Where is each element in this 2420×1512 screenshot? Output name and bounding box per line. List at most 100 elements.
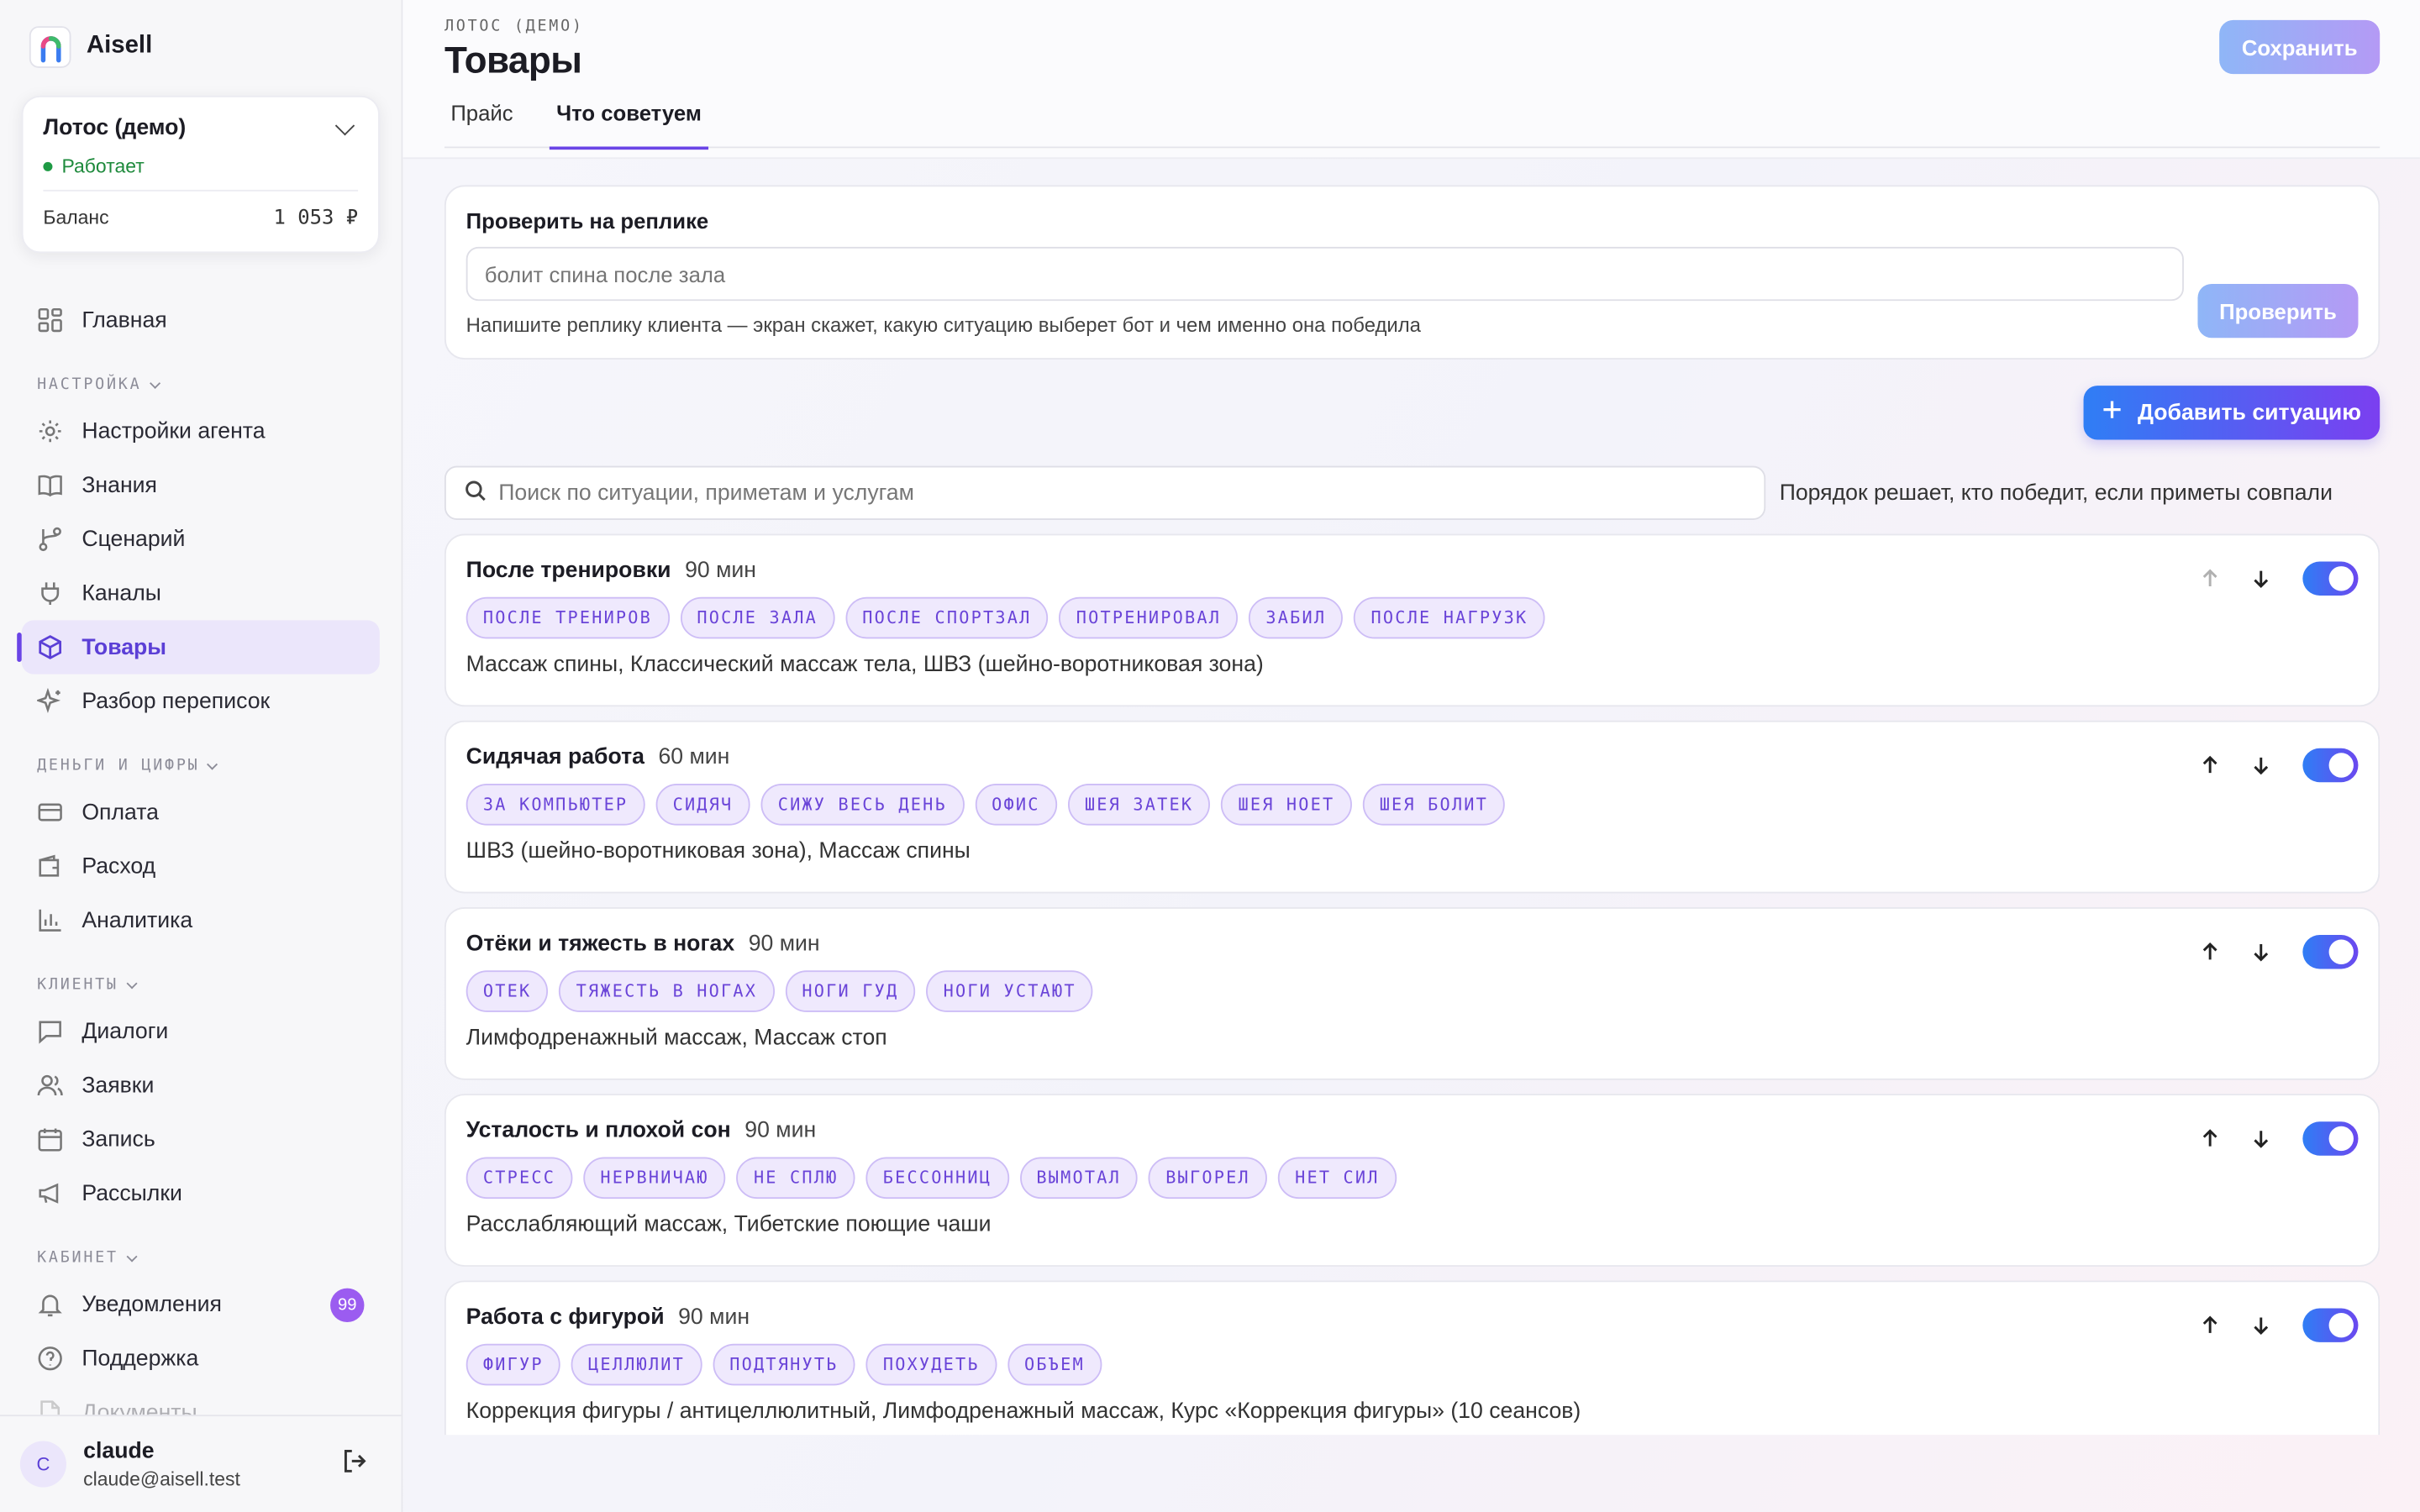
nav-item-payment[interactable]: Оплата: [22, 785, 380, 839]
situation-duration: 60 мин: [658, 745, 730, 770]
situation-card[interactable]: Работа с фигурой 90 мин ФИГУР ЦЕЛЛЮЛИТ ПО…: [444, 1280, 2381, 1436]
bell-icon: [37, 1291, 63, 1317]
enable-toggle[interactable]: [2302, 561, 2359, 596]
org-switcher[interactable]: Лотос (демо) Работает Баланс 1 053 ₽: [21, 95, 380, 254]
keyword-tag[interactable]: ОФИС: [974, 784, 1057, 826]
nav-item-support[interactable]: Поддержка: [22, 1331, 380, 1385]
section-settings[interactable]: НАСТРОЙКА: [22, 347, 380, 404]
keyword-tag[interactable]: НОГИ УСТАЮТ: [926, 970, 1093, 1012]
nav-label: Каналы: [82, 580, 161, 606]
keyword-tag[interactable]: ПОСЛЕ ТРЕНИРОВ: [466, 596, 670, 639]
keyword-tag[interactable]: ФИГУР: [466, 1343, 560, 1386]
arrow-up-icon[interactable]: [2195, 564, 2224, 593]
keyword-tag[interactable]: ПОТРЕНИРОВАЛ: [1059, 596, 1239, 639]
add-situation-button[interactable]: Добавить ситуацию: [2083, 386, 2381, 440]
situation-card[interactable]: После тренировки 90 мин ПОСЛЕ ТРЕНИРОВ ПО…: [444, 533, 2381, 707]
section-clients[interactable]: КЛИЕНТЫ: [22, 948, 380, 1005]
keyword-tag[interactable]: НОГИ ГУД: [785, 970, 916, 1012]
keyword-tag[interactable]: ПОСЛЕ ЗАЛА: [680, 596, 835, 639]
situation-services: Расслабляющий массаж, Тибетские поющие ч…: [466, 1212, 992, 1238]
keyword-tag[interactable]: ЦЕЛЛЮЛИТ: [571, 1343, 702, 1386]
keyword-tag[interactable]: ШЕЯ БОЛИТ: [1362, 784, 1506, 826]
nav-item-mailings[interactable]: Рассылки: [22, 1167, 380, 1221]
keyword-tag[interactable]: ШЕЯ ЗАТЕК: [1067, 784, 1211, 826]
nav-item-scenario[interactable]: Сценарий: [22, 512, 380, 566]
arrow-down-icon[interactable]: [2245, 564, 2275, 593]
nav-item-requests[interactable]: Заявки: [22, 1058, 380, 1112]
balance-value: 1 053 ₽: [273, 207, 359, 230]
keyword-tag[interactable]: ЗАБИЛ: [1249, 596, 1344, 639]
nav-item-dialogs[interactable]: Диалоги: [22, 1005, 380, 1058]
arrow-up-icon[interactable]: [2195, 1310, 2224, 1340]
nav-item-chat-review[interactable]: Разбор переписок: [22, 675, 380, 728]
section-cabinet[interactable]: КАБИНЕТ: [22, 1221, 380, 1278]
nav-label: Диалоги: [82, 1019, 169, 1044]
arrow-up-icon[interactable]: [2195, 937, 2224, 967]
section-money[interactable]: ДЕНЬГИ И ЦИФРЫ: [22, 728, 380, 785]
gear-icon: [37, 418, 63, 444]
nav-item-knowledge[interactable]: Знания: [22, 458, 380, 512]
keyword-tag[interactable]: ПОХУДЕТЬ: [865, 1343, 997, 1386]
keyword-tag[interactable]: СТРЕСС: [466, 1157, 573, 1200]
arrow-down-icon[interactable]: [2245, 1310, 2275, 1340]
logout-icon[interactable]: [341, 1446, 369, 1482]
keyword-tag[interactable]: СИЖУ ВЕСЬ ДЕНЬ: [760, 784, 965, 826]
nav-label: Уведомления: [82, 1292, 222, 1317]
keyword-tag[interactable]: ЗА КОМПЬЮТЕР: [466, 784, 645, 826]
arrow-down-icon[interactable]: [2245, 1124, 2275, 1153]
keyword-tag[interactable]: ПОСЛЕ СПОРТЗАЛ: [845, 596, 1049, 639]
nav-item-home[interactable]: Главная: [22, 293, 380, 347]
arrow-up-icon[interactable]: [2195, 1124, 2224, 1153]
keyword-tag[interactable]: ПОДТЯНУТЬ: [713, 1343, 855, 1386]
situation-list: После тренировки 90 мин ПОСЛЕ ТРЕНИРОВ ПО…: [444, 520, 2381, 1436]
tab-recommend[interactable]: Что советуем: [550, 100, 708, 150]
nav-item-agent-settings[interactable]: Настройки агента: [22, 404, 380, 458]
keyword-tag[interactable]: ВЫМОТАЛ: [1019, 1157, 1139, 1200]
keyword-tag[interactable]: СИДЯЧ: [655, 784, 750, 826]
avatar[interactable]: C: [19, 1441, 66, 1488]
check-button[interactable]: Проверить: [2197, 283, 2359, 339]
enable-toggle[interactable]: [2302, 1308, 2359, 1342]
replica-input[interactable]: [466, 246, 2184, 302]
tab-price[interactable]: Прайс: [445, 100, 519, 148]
situation-search-input[interactable]: Поиск по ситуации, приметам и услугам: [444, 465, 1766, 520]
save-button[interactable]: Сохранить: [2219, 19, 2381, 75]
situation-services: Лимфодренажный массаж, Массаж стоп: [466, 1026, 887, 1051]
nav-label: Поддержка: [82, 1346, 199, 1371]
search-icon: [465, 479, 487, 507]
brand[interactable]: Aisell: [0, 0, 402, 92]
arrow-down-icon[interactable]: [2245, 751, 2275, 780]
nav-label: Главная: [82, 307, 167, 333]
keyword-tag[interactable]: ВЫГОРЕЛ: [1149, 1157, 1268, 1200]
breadcrumb[interactable]: ЛОТОС (ДЕМО): [445, 18, 2380, 35]
nav-label: Товары: [82, 634, 167, 660]
nav-item-channels[interactable]: Каналы: [22, 566, 380, 620]
keyword-tag[interactable]: НЕ СПЛЮ: [736, 1157, 855, 1200]
nav-item-expense[interactable]: Расход: [22, 839, 380, 893]
section-label: НАСТРОЙКА: [37, 376, 142, 394]
situation-duration: 90 мин: [748, 932, 820, 957]
keyword-tag[interactable]: ОБЪЕМ: [1007, 1343, 1102, 1386]
keyword-tag[interactable]: ТЯЖЕСТЬ В НОГАХ: [559, 970, 775, 1012]
nav-item-products[interactable]: Товары: [17, 620, 380, 675]
enable-toggle[interactable]: [2302, 935, 2359, 969]
situation-card[interactable]: Отёки и тяжесть в ногах 90 мин ОТЕК ТЯЖЕС…: [444, 906, 2381, 1080]
keyword-tag[interactable]: НЕРВНИЧАЮ: [583, 1157, 726, 1200]
keyword-tag[interactable]: ШЕЯ НОЕТ: [1221, 784, 1352, 826]
arrow-up-icon[interactable]: [2195, 751, 2224, 780]
nav-item-notifications[interactable]: Уведомления 99: [22, 1278, 380, 1331]
keyword-tag[interactable]: БЕССОННИЦ: [865, 1157, 1009, 1200]
nav-label: Настройки агента: [82, 418, 266, 444]
keyword-tag[interactable]: НЕТ СИЛ: [1277, 1157, 1397, 1200]
user-email: claude@aisell.test: [83, 1467, 240, 1490]
arrow-down-icon[interactable]: [2245, 937, 2275, 967]
situation-card[interactable]: Сидячая работа 60 мин ЗА КОМПЬЮТЕР СИДЯЧ …: [444, 720, 2381, 894]
nav-label: Запись: [82, 1126, 155, 1152]
keyword-tag[interactable]: ПОСЛЕ НАГРУЗК: [1354, 596, 1545, 639]
situation-card[interactable]: Усталость и плохой сон 90 мин СТРЕСС НЕРВ…: [444, 1094, 2381, 1267]
enable-toggle[interactable]: [2302, 1121, 2359, 1156]
enable-toggle[interactable]: [2302, 748, 2359, 783]
nav-item-analytics[interactable]: Аналитика: [22, 893, 380, 947]
nav-item-booking[interactable]: Запись: [22, 1112, 380, 1166]
keyword-tag[interactable]: ОТЕК: [466, 970, 549, 1012]
